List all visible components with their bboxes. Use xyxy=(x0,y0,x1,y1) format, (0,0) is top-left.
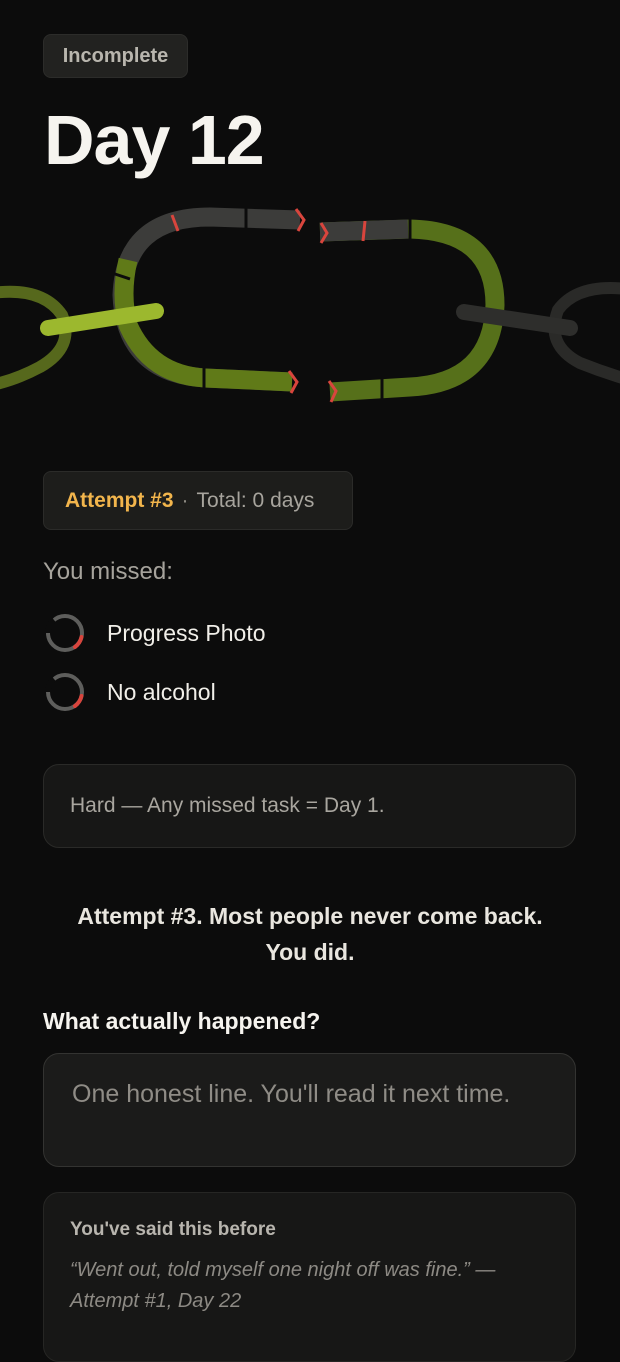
attempt-summary: Attempt #3 · Total: 0 days xyxy=(43,471,353,530)
previous-reflection-quote: “Went out, told myself one night off was… xyxy=(70,1259,496,1312)
broken-chain-illustration xyxy=(0,205,620,403)
missed-label: You missed: xyxy=(43,558,173,585)
status-badge: Incomplete xyxy=(43,34,188,78)
attempt-separator: · xyxy=(181,488,189,512)
encouragement-line: Attempt #3. Most people never come back. xyxy=(77,903,543,929)
right-chain-link xyxy=(548,282,620,384)
missed-task-item: No alcohol xyxy=(45,672,216,712)
left-chain-link xyxy=(0,285,72,390)
previous-reflection-card: You've said this before “Went out, told … xyxy=(43,1192,576,1362)
reflection-input[interactable] xyxy=(43,1053,576,1167)
attempt-total: Total: 0 days xyxy=(196,488,315,512)
attempt-number: Attempt #3 xyxy=(65,488,174,512)
spinner-icon xyxy=(45,673,84,711)
missed-task-item: Progress Photo xyxy=(45,613,266,653)
previous-reflection-title: You've said this before xyxy=(70,1219,276,1240)
missed-task-label: Progress Photo xyxy=(107,619,266,646)
page-title: Day 12 xyxy=(44,101,265,179)
encouragement-message: Attempt #3. Most people never come back.… xyxy=(0,898,620,970)
rule-notice: Hard — Any missed task = Day 1. xyxy=(43,764,576,848)
encouragement-line: You did. xyxy=(265,939,355,965)
center-link-left-half xyxy=(111,205,306,394)
reflection-question: What actually happened? xyxy=(43,1008,321,1034)
spinner-icon xyxy=(45,614,84,652)
missed-task-label: No alcohol xyxy=(107,678,216,705)
